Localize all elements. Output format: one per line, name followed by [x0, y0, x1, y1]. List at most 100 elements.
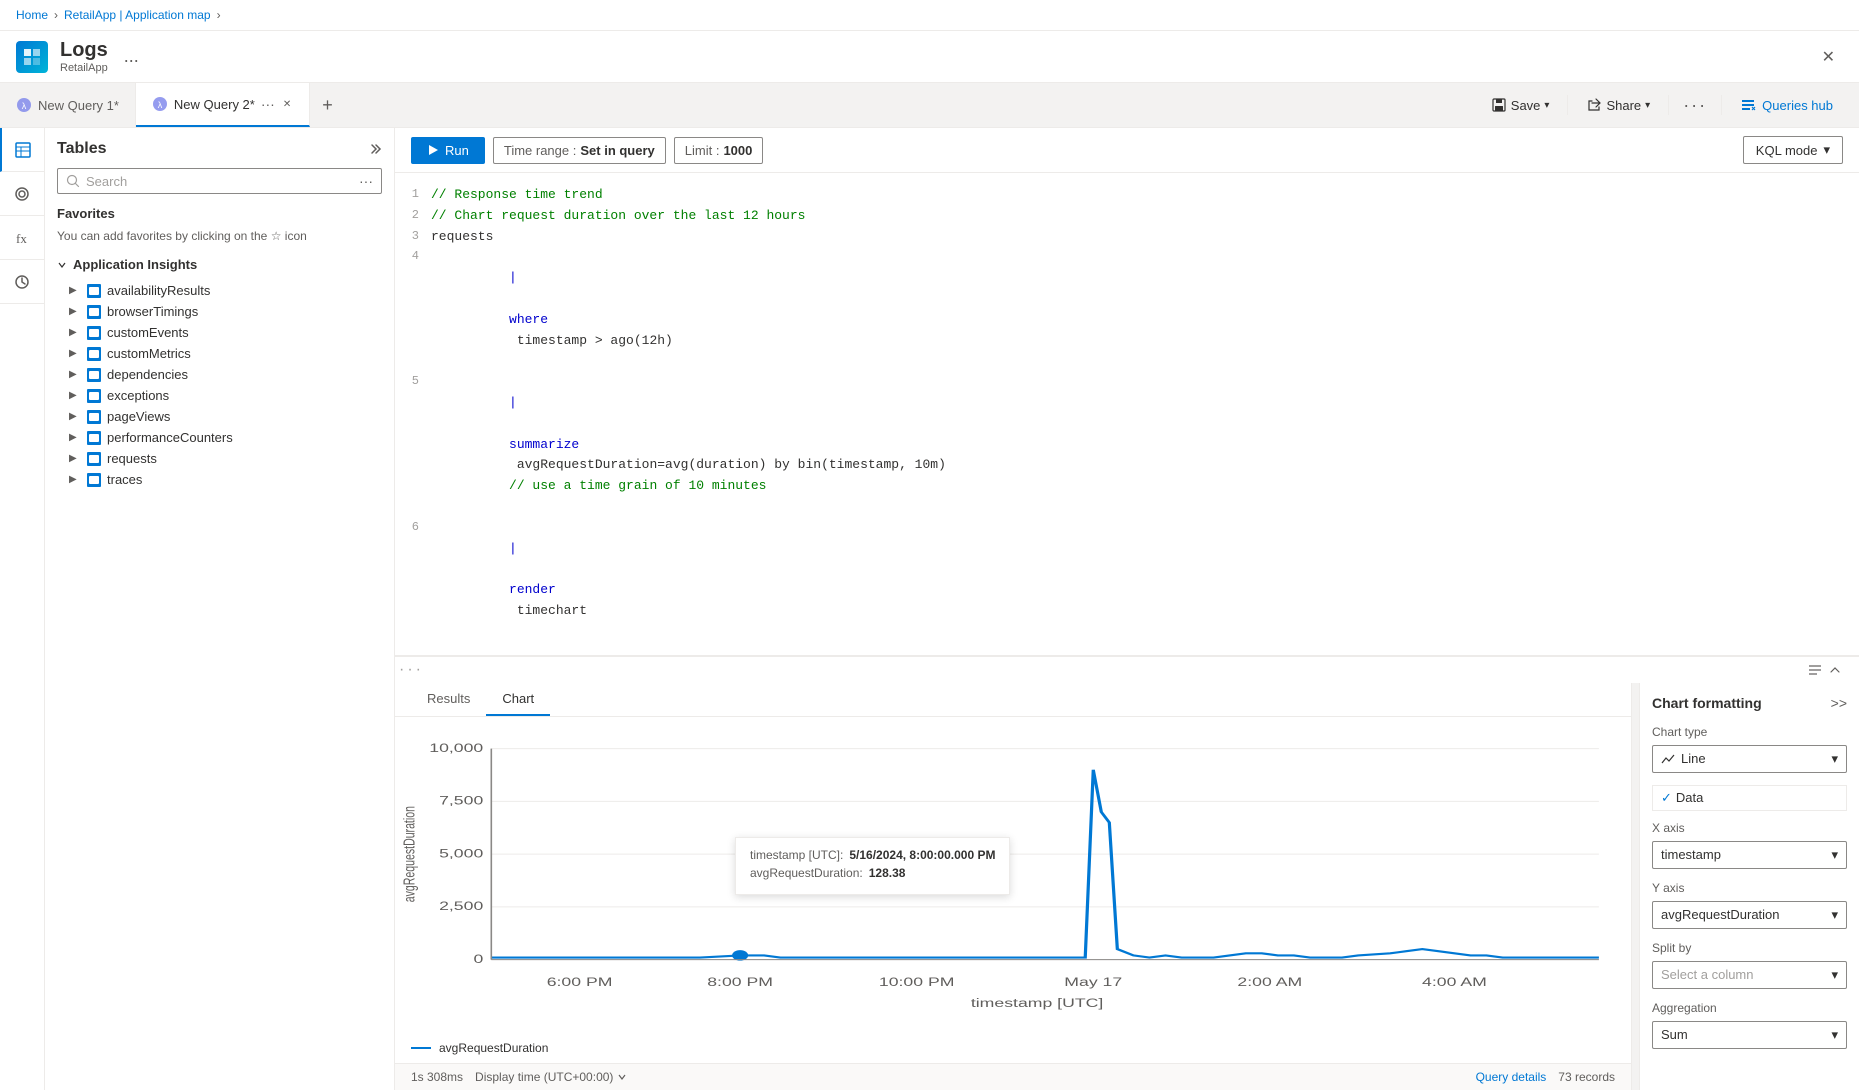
table-item-dependencies[interactable]: ▶ dependencies [57, 364, 382, 385]
collapse-sidebar-icon[interactable] [366, 141, 382, 157]
chart-type-label: Chart type [1652, 725, 1847, 739]
app-header-ellipsis[interactable]: ... [120, 46, 143, 67]
chart-tab[interactable]: Chart [486, 683, 550, 716]
tab-actions: Save ▾ Share ▾ ··· Queries hub [1465, 93, 1859, 118]
tab-new-query-1[interactable]: λ New Query 1* [0, 83, 136, 127]
table-item-exceptions[interactable]: ▶ exceptions [57, 385, 382, 406]
table-item-perf-counters[interactable]: ▶ performanceCounters [57, 427, 382, 448]
split-by-label: Split by [1652, 941, 1847, 955]
code-line-2: 2 // Chart request duration over the las… [395, 206, 1859, 227]
table-expand-icon: ▶ [69, 348, 81, 359]
line-num-3: 3 [395, 227, 431, 246]
x-axis-value: timestamp [1661, 847, 1721, 862]
chart-type-value: Line [1681, 751, 1706, 766]
x-axis-dropdown[interactable]: timestamp ▾ [1652, 841, 1847, 869]
status-bar-right: Query details 73 records [1476, 1070, 1615, 1084]
svg-text:5,000: 5,000 [439, 847, 483, 860]
x-axis-label: X axis [1652, 821, 1847, 835]
save-button[interactable]: Save ▾ [1481, 93, 1560, 117]
table-item-requests[interactable]: ▶ requests [57, 448, 382, 469]
svg-text:2:00 AM: 2:00 AM [1237, 975, 1302, 988]
scroll-track[interactable] [1631, 683, 1639, 1090]
table-expand-icon: ▶ [69, 453, 81, 464]
toolbar-more-options[interactable]: ··· [1677, 93, 1713, 118]
search-ellipsis[interactable]: ··· [359, 173, 373, 189]
tab-2-close[interactable]: ✕ [281, 97, 293, 112]
panel-collapse-button[interactable]: >> [1831, 695, 1847, 711]
table-item-traces[interactable]: ▶ traces [57, 469, 382, 490]
time-range-value: Set in query [580, 143, 654, 158]
table-expand-icon: ▶ [69, 432, 81, 443]
tooltip-timestamp-value: 5/16/2024, 8:00:00.000 PM [849, 848, 995, 862]
table-icon [87, 326, 101, 340]
queries-hub-label: Queries hub [1762, 98, 1833, 113]
tab-new-query-2[interactable]: λ New Query 2* ··· ✕ [136, 83, 310, 127]
query-details-link[interactable]: Query details [1476, 1070, 1547, 1084]
table-item-availability[interactable]: ▶ availabilityResults [57, 280, 382, 301]
divider-more-icon[interactable]: ··· [399, 661, 424, 679]
table-item-custom-events[interactable]: ▶ customEvents [57, 322, 382, 343]
breadcrumb-app[interactable]: RetailApp | Application map [64, 8, 211, 22]
queries-hub-button[interactable]: Queries hub [1730, 93, 1843, 117]
functions-icon-btn[interactable]: fx [0, 216, 44, 260]
data-section-header[interactable]: ✓ Data [1652, 785, 1847, 811]
chart-tooltip-dot [732, 950, 748, 961]
line-content-1: // Response time trend [431, 185, 1859, 206]
y-axis-dropdown[interactable]: avgRequestDuration ▾ [1652, 901, 1847, 929]
svg-text:avgRequestDuration: avgRequestDuration [400, 806, 418, 902]
tables-icon-btn[interactable] [0, 128, 44, 172]
display-time-group[interactable]: Display time (UTC+00:00) [475, 1070, 627, 1084]
align-icon[interactable] [1807, 662, 1823, 678]
line-num-5: 5 [395, 372, 431, 391]
search-input[interactable] [86, 174, 353, 189]
line-num-1: 1 [395, 185, 431, 204]
table-item-page-views[interactable]: ▶ pageViews [57, 406, 382, 427]
favorites-section: Favorites You can add favorites by click… [57, 206, 382, 245]
tab-2-ellipsis[interactable]: ··· [261, 96, 275, 112]
table-expand-icon: ▶ [69, 390, 81, 401]
line-chart-icon [1661, 752, 1675, 766]
kql-mode-button[interactable]: KQL mode ▾ [1743, 136, 1843, 164]
sidebar-search-box: ··· [57, 168, 382, 194]
svg-text:timestamp [UTC]: timestamp [UTC] [971, 997, 1103, 1010]
history-icon-btn[interactable] [0, 260, 44, 304]
chart-formatting-panel: Chart formatting >> Chart type Line ▾ ✓ [1639, 683, 1859, 1090]
table-item-browser[interactable]: ▶ browserTimings [57, 301, 382, 322]
status-duration: 1s 308ms [411, 1070, 463, 1084]
chart-type-dropdown[interactable]: Line ▾ [1652, 745, 1847, 773]
add-tab-button[interactable]: + [310, 87, 345, 124]
save-icon [1491, 97, 1507, 113]
breadcrumb-home[interactable]: Home [16, 8, 48, 22]
tooltip-duration-row: avgRequestDuration: 128.38 [750, 866, 995, 880]
app-subtitle: RetailApp [60, 62, 108, 74]
table-name-requests: requests [107, 451, 157, 466]
table-icon [87, 389, 101, 403]
code-editor[interactable]: 1 // Response time trend 2 // Chart requ… [395, 173, 1859, 656]
results-tab[interactable]: Results [411, 683, 486, 716]
table-expand-icon: ▶ [69, 327, 81, 338]
tables-list: ▶ availabilityResults ▶ browserTimings ▶… [57, 280, 382, 490]
line-num-4: 4 [395, 247, 431, 266]
run-button[interactable]: Run [411, 137, 485, 164]
app-insights-section-header[interactable]: Application Insights [57, 257, 382, 272]
app-close-button[interactable]: ✕ [1814, 43, 1843, 71]
line-num-6: 6 [395, 518, 431, 537]
collapse-result-icon[interactable] [1827, 662, 1843, 678]
save-label: Save [1511, 98, 1541, 113]
aggregation-dropdown[interactable]: Sum ▾ [1652, 1021, 1847, 1049]
search-icon [66, 174, 80, 188]
code-line-6: 6 | render timechart [395, 518, 1859, 643]
time-range-button[interactable]: Time range : Set in query [493, 137, 666, 164]
table-name-page-views: pageViews [107, 409, 170, 424]
favorites-text: You can add favorites by clicking on the… [57, 227, 382, 245]
svg-text:4:00 AM: 4:00 AM [1422, 975, 1487, 988]
sidebar-title: Tables [57, 140, 107, 158]
svg-text:2,500: 2,500 [439, 899, 483, 912]
table-name-dependencies: dependencies [107, 367, 188, 382]
split-by-dropdown[interactable]: Select a column ▾ [1652, 961, 1847, 989]
share-button[interactable]: Share ▾ [1576, 93, 1660, 117]
table-name-perf-counters: performanceCounters [107, 430, 233, 445]
filter-icon-btn[interactable] [0, 172, 44, 216]
table-item-custom-metrics[interactable]: ▶ customMetrics [57, 343, 382, 364]
limit-button[interactable]: Limit : 1000 [674, 137, 764, 164]
